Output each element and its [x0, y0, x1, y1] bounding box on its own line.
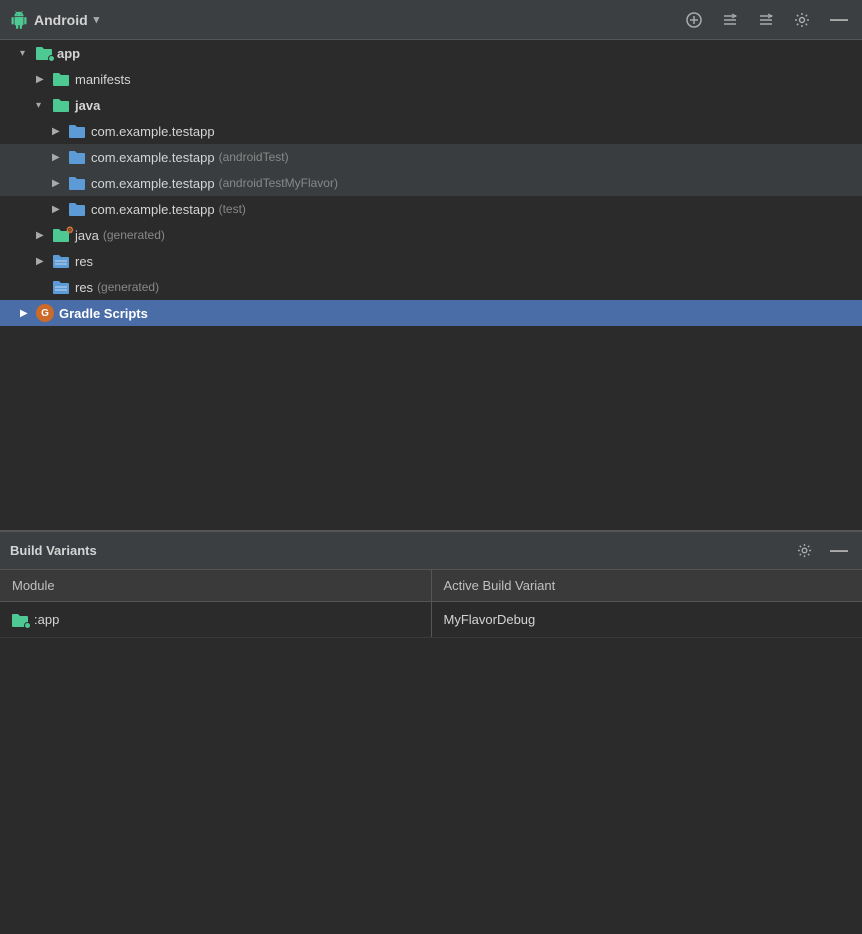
gen-overlay-icon: ⚙ [66, 225, 74, 236]
arrow-collapsed-icon: ▶ [36, 74, 50, 85]
module-folder-icon [12, 613, 28, 627]
table-header-row: Module Active Build Variant [0, 570, 862, 602]
app-label: app [57, 46, 80, 61]
java-gen-label: java [75, 228, 99, 243]
variant-value: MyFlavorDebug [444, 612, 536, 627]
java-gen-arrow-icon: ▶ [36, 230, 50, 241]
pkg1-folder-icon [68, 123, 86, 139]
tree-item-manifests[interactable]: ▶ manifests [0, 66, 862, 92]
pkg2-folder-icon [68, 149, 86, 165]
collapse-all-icon [722, 12, 738, 28]
module-name: :app [34, 612, 59, 627]
android-icon [10, 11, 28, 29]
settings-button[interactable] [790, 10, 814, 30]
col-module-header: Module [0, 570, 431, 602]
toolbar-title: Android ▾ [10, 11, 682, 29]
app-folder-icon [36, 46, 52, 60]
gradle-arrow-icon: ▶ [20, 308, 34, 319]
res-arrow-icon: ▶ [36, 256, 50, 267]
arrow-expanded-icon: ▾ [20, 48, 34, 59]
expand-all-icon [758, 12, 774, 28]
bv-settings-button[interactable] [793, 541, 816, 560]
res-folder-icon [52, 253, 70, 269]
tree-item-pkg3[interactable]: ▶ com.example.testapp (androidTestMyFlav… [0, 170, 862, 196]
java-gen-folder-icon: ⚙ [52, 227, 70, 243]
java-arrow-icon: ▾ [36, 100, 50, 111]
build-variants-header: Build Variants — [0, 532, 862, 570]
res-gen-folder-icon [52, 279, 70, 295]
tree-item-pkg2[interactable]: ▶ com.example.testapp (androidTest) [0, 144, 862, 170]
res-gen-suffix: (generated) [97, 280, 159, 294]
build-variants-panel: Build Variants — Module Active Build Var… [0, 530, 862, 638]
settings-icon [794, 12, 810, 28]
manifests-folder-icon [52, 71, 70, 87]
tree-item-res-gen[interactable]: ▶ res (generated) [0, 274, 862, 300]
module-cell: :app [0, 602, 431, 638]
add-icon [686, 12, 702, 28]
pkg3-suffix: (androidTestMyFlavor) [219, 176, 338, 190]
app-dot [48, 55, 55, 62]
manifests-label: manifests [75, 72, 131, 87]
toolbar-actions: — [682, 7, 852, 32]
pkg3-folder-icon [68, 175, 86, 191]
tree-item-gradle-scripts[interactable]: ▶ G Gradle Scripts [0, 300, 862, 326]
pkg1-arrow-icon: ▶ [52, 126, 66, 137]
res-gen-label: res [75, 280, 93, 295]
bv-close-button[interactable]: — [826, 538, 852, 563]
pkg4-arrow-icon: ▶ [52, 204, 66, 215]
bv-minus-icon: — [830, 540, 848, 561]
variant-cell[interactable]: MyFlavorDebug [431, 602, 862, 638]
gradle-icon: G [36, 304, 54, 322]
expand-all-button[interactable] [754, 10, 778, 30]
file-tree: ▾ app ▶ manifests ▾ java ▶ com.example.t… [0, 40, 862, 530]
collapse-all-button[interactable] [718, 10, 742, 30]
chevron-down-icon[interactable]: ▾ [94, 13, 100, 26]
table-row: :app MyFlavorDebug [0, 602, 862, 638]
pkg4-folder-icon [68, 201, 86, 217]
pkg3-arrow-icon: ▶ [52, 178, 66, 189]
col-variant-header: Active Build Variant [431, 570, 862, 602]
tree-item-pkg4[interactable]: ▶ com.example.testapp (test) [0, 196, 862, 222]
toolbar-android-label: Android [34, 12, 88, 28]
pkg4-suffix: (test) [219, 202, 246, 216]
tree-item-res[interactable]: ▶ res [0, 248, 862, 274]
tree-item-java[interactable]: ▾ java [0, 92, 862, 118]
tree-item-pkg1[interactable]: ▶ com.example.testapp [0, 118, 862, 144]
toolbar: Android ▾ [0, 0, 862, 40]
java-folder-icon [52, 97, 70, 113]
tree-item-app[interactable]: ▾ app [0, 40, 862, 66]
build-variants-title: Build Variants [10, 543, 793, 558]
java-label: java [75, 98, 100, 113]
module-dot [24, 622, 31, 629]
bv-settings-icon [797, 543, 812, 558]
build-variants-actions: — [793, 538, 852, 563]
pkg2-suffix: (androidTest) [219, 150, 289, 164]
pkg4-label: com.example.testapp [91, 202, 215, 217]
build-variants-table: Module Active Build Variant :app MyFlavo… [0, 570, 862, 638]
pkg1-label: com.example.testapp [91, 124, 215, 139]
res-label: res [75, 254, 93, 269]
gradle-scripts-label: Gradle Scripts [59, 306, 148, 321]
pkg2-label: com.example.testapp [91, 150, 215, 165]
add-button[interactable] [682, 10, 706, 30]
tree-item-java-gen[interactable]: ▶ ⚙ java (generated) [0, 222, 862, 248]
pkg3-label: com.example.testapp [91, 176, 215, 191]
java-gen-suffix: (generated) [103, 228, 165, 242]
minus-icon: — [830, 9, 848, 30]
pkg2-arrow-icon: ▶ [52, 152, 66, 163]
close-panel-button[interactable]: — [826, 7, 852, 32]
module-cell-content: :app [12, 612, 419, 627]
